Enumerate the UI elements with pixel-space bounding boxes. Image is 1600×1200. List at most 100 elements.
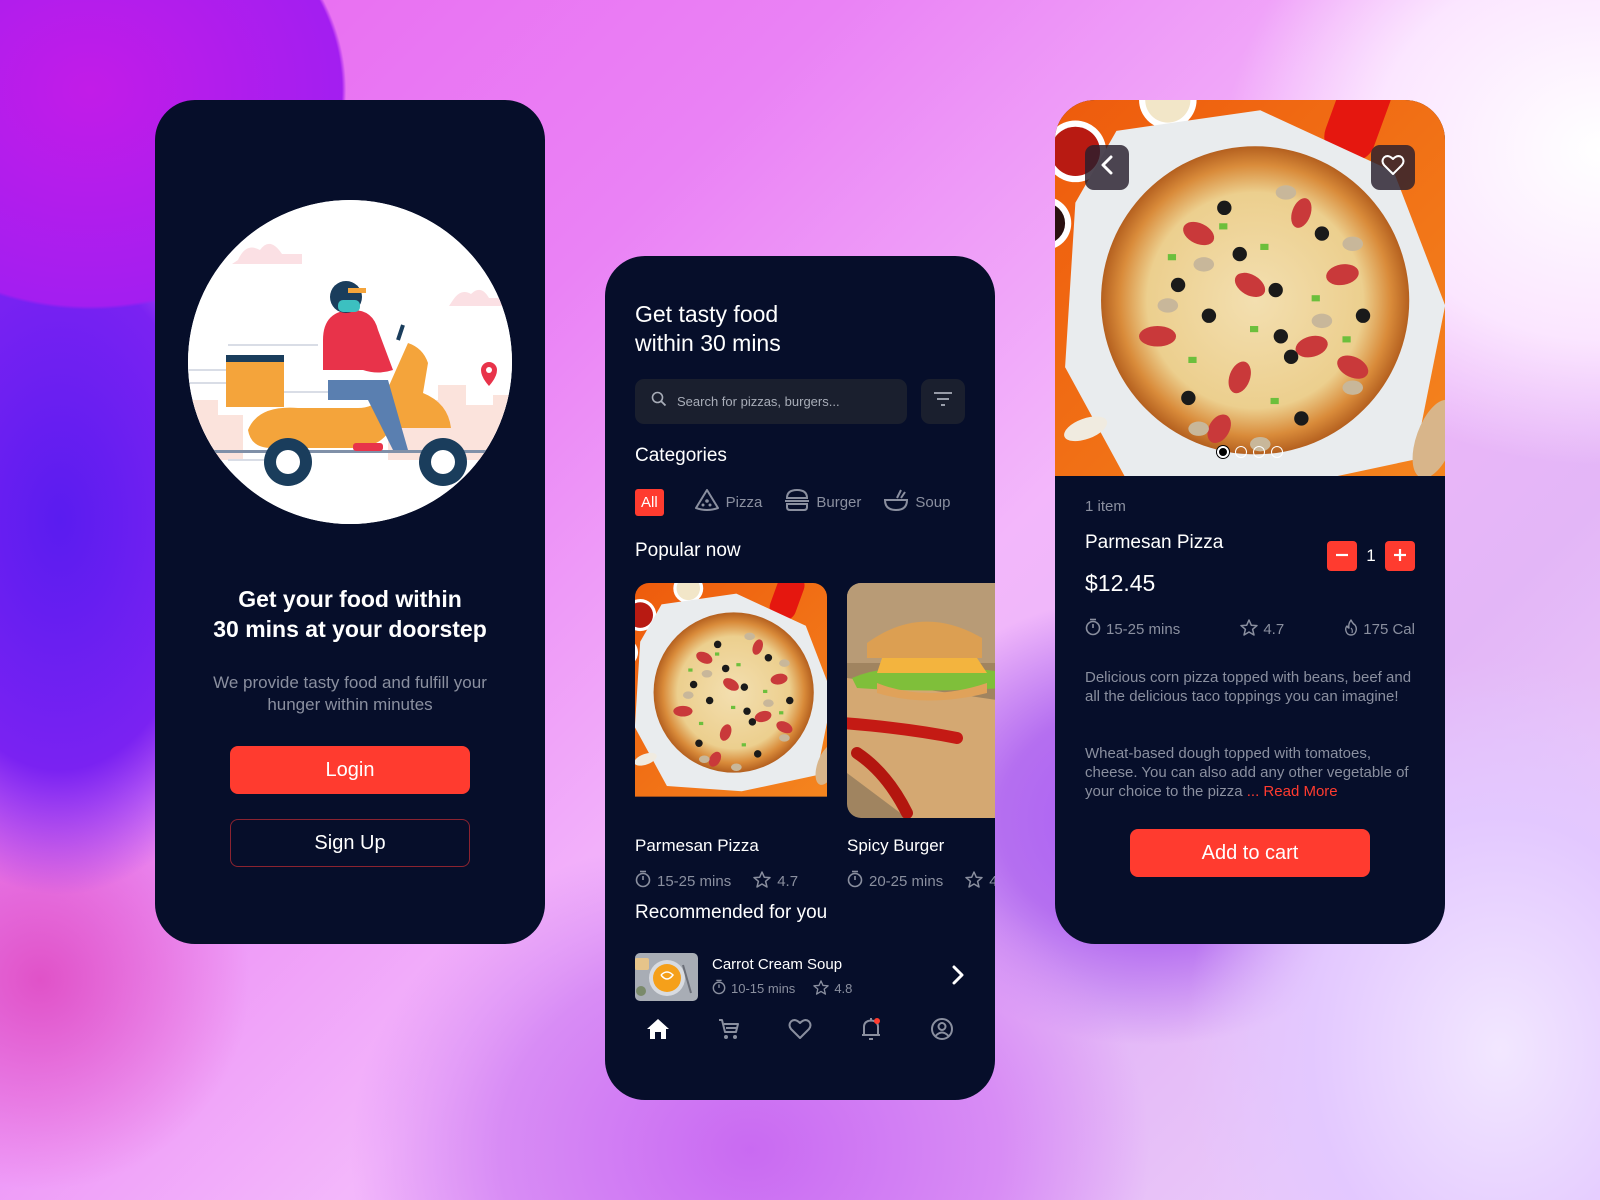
category-label: Burger	[816, 493, 862, 511]
search-icon	[651, 391, 667, 412]
food-time: 20-25 mins	[869, 872, 944, 890]
login-button[interactable]: Login	[230, 746, 470, 794]
timer-icon	[1085, 618, 1101, 640]
nav-notifications[interactable]	[856, 1016, 886, 1046]
bell-icon	[860, 1017, 882, 1046]
welcome-subtitle: We provide tasty food and fulfill your h…	[185, 672, 515, 716]
product-meta: 15-25 mins 4.7 175 Cal	[1085, 618, 1415, 640]
quantity-stepper: 1	[1327, 541, 1415, 571]
recommended-item[interactable]: Carrot Cream Soup 10-15 mins 4.8	[635, 953, 965, 1001]
search-bar[interactable]	[635, 379, 907, 424]
home-title-line2: within 30 mins	[635, 330, 781, 356]
rating-value: 4.7	[1263, 620, 1285, 638]
product-price: $12.45	[1085, 570, 1156, 596]
star-icon	[753, 870, 771, 892]
food-image-burger	[847, 583, 995, 818]
increase-quantity-button[interactable]	[1385, 541, 1415, 571]
timer-icon	[847, 870, 863, 892]
carousel-dot[interactable]	[1271, 446, 1283, 458]
welcome-title: Get your food within 30 mins at your doo…	[155, 584, 545, 644]
category-label: Pizza	[725, 493, 763, 511]
search-input[interactable]	[677, 394, 877, 409]
category-tab-pizza[interactable]: Pizza	[694, 488, 763, 516]
home-title: Get tasty food within 30 mins	[635, 300, 781, 358]
timer-icon	[712, 979, 726, 998]
carousel-indicator	[1055, 446, 1445, 458]
carousel-dot[interactable]	[1235, 446, 1247, 458]
food-name: Parmesan Pizza	[635, 836, 759, 855]
flame-icon	[1344, 618, 1358, 640]
pizza-icon	[694, 488, 726, 516]
quantity-value: 1	[1366, 546, 1376, 565]
soup-icon	[883, 488, 915, 516]
food-card-pizza[interactable]: Parmesan Pizza 15-25 mins 4.7	[635, 583, 827, 892]
popular-title: Popular now	[635, 540, 741, 561]
home-title-line1: Get tasty food	[635, 301, 779, 327]
category-tab-burger[interactable]: Burger	[784, 488, 861, 516]
item-count: 1 item	[1085, 498, 1126, 515]
signup-button[interactable]: Sign Up	[230, 819, 470, 867]
product-name: Parmesan Pizza	[1085, 532, 1224, 553]
category-tabs: All Pizza Burger Soup	[635, 488, 972, 516]
nav-favorites[interactable]	[785, 1016, 815, 1046]
timer-icon	[635, 870, 651, 892]
profile-icon	[930, 1017, 954, 1046]
calories-value: 175 Cal	[1363, 620, 1415, 638]
heart-icon	[1381, 154, 1405, 181]
food-card-burger[interactable]: Spicy Burger 20-25 mins 4	[847, 583, 995, 892]
filter-button[interactable]	[921, 379, 965, 424]
nav-cart[interactable]	[714, 1016, 744, 1046]
star-icon	[813, 979, 830, 998]
recommended-thumbnail	[635, 953, 698, 1001]
decrease-quantity-button[interactable]	[1327, 541, 1357, 571]
burger-icon	[784, 488, 816, 516]
welcome-subtitle-line2: hunger within minutes	[267, 695, 433, 714]
chevron-left-icon	[1100, 155, 1114, 180]
heart-icon	[788, 1018, 812, 1045]
category-tab-soup[interactable]: Soup	[883, 488, 950, 516]
read-more-link[interactable]: ... Read More	[1247, 783, 1338, 800]
rating: 4.7	[1240, 618, 1284, 640]
categories-title: Categories	[635, 445, 727, 466]
star-icon	[1240, 618, 1259, 640]
filter-icon	[933, 391, 953, 412]
recommended-title: Recommended for you	[635, 902, 828, 923]
recommended-meta: 10-15 mins 4.8	[712, 979, 951, 998]
welcome-title-line1: Get your food within	[238, 586, 462, 612]
product-detail-screen: 1 item Parmesan Pizza $12.45 1 15-25 min…	[1055, 100, 1445, 944]
product-image-carousel[interactable]	[1055, 100, 1445, 476]
calories: 175 Cal	[1344, 618, 1415, 640]
category-label: Soup	[915, 493, 951, 511]
nav-profile[interactable]	[927, 1016, 957, 1046]
prep-time: 15-25 mins	[1085, 618, 1180, 640]
recommended-name: Carrot Cream Soup	[712, 956, 843, 973]
cart-icon	[717, 1017, 741, 1046]
bottom-nav	[635, 1016, 965, 1046]
carousel-dot[interactable]	[1253, 446, 1265, 458]
food-image-pizza	[635, 583, 827, 818]
star-icon	[965, 870, 983, 892]
home-screen: Get tasty food within 30 mins Categories…	[605, 256, 995, 1100]
recommended-info: Carrot Cream Soup 10-15 mins 4.8	[712, 956, 951, 998]
recommended-rating: 4.8	[834, 981, 853, 996]
carousel-dot[interactable]	[1217, 446, 1229, 458]
food-rating: 4	[989, 872, 995, 890]
plus-icon	[1392, 547, 1408, 566]
delivery-illustration	[188, 200, 512, 524]
welcome-subtitle-line1: We provide tasty food and fulfill your	[213, 673, 487, 692]
chevron-right-icon[interactable]	[951, 965, 965, 990]
favorite-button[interactable]	[1371, 145, 1415, 190]
product-description-2: Wheat-based dough topped with tomatoes, …	[1085, 744, 1415, 801]
back-button[interactable]	[1085, 145, 1129, 190]
food-meta: 20-25 mins 4	[847, 870, 995, 892]
home-icon	[646, 1018, 670, 1045]
nav-home[interactable]	[643, 1016, 673, 1046]
food-time: 15-25 mins	[657, 872, 732, 890]
add-to-cart-button[interactable]: Add to cart	[1130, 829, 1370, 877]
welcome-screen: Get your food within 30 mins at your doo…	[155, 100, 545, 944]
minus-icon	[1334, 547, 1350, 566]
food-meta: 15-25 mins 4.7	[635, 870, 827, 892]
product-description-1: Delicious corn pizza topped with beans, …	[1085, 669, 1412, 705]
category-tab-all[interactable]: All	[635, 488, 664, 516]
prep-time-value: 15-25 mins	[1106, 620, 1181, 638]
